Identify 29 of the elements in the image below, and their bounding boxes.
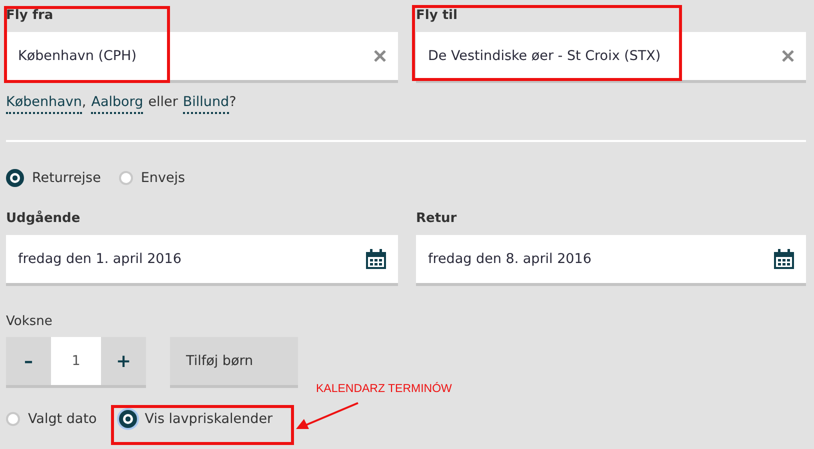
suggestion-text: , — [82, 94, 86, 110]
field-label: Fly til — [416, 7, 458, 25]
field-label: Retur — [416, 210, 458, 228]
airport-link[interactable]: Aalborg — [91, 94, 144, 114]
calendar-icon[interactable] — [366, 249, 386, 269]
calendar-icon[interactable] — [774, 249, 794, 269]
suggestion-text: ? — [229, 94, 236, 110]
airport-link[interactable]: København — [6, 94, 82, 114]
adult-count: 1 — [51, 337, 101, 385]
calendar-mode-radio[interactable]: Vis lavpriskalender — [118, 410, 273, 428]
field-label: Udgående — [6, 210, 82, 228]
trip-type-radio[interactable]: Returrejse — [6, 169, 101, 187]
trip-type-radio[interactable]: Envejs — [118, 170, 186, 186]
airport-field[interactable]: København (CPH) — [6, 32, 398, 83]
suggestion-text: eller — [148, 94, 178, 110]
airport-link[interactable]: Billund — [182, 94, 230, 114]
airport-field[interactable]: De Vestindiske øer - St Croix (STX) — [416, 32, 806, 83]
calendar-mode-radio[interactable]: Valgt dato — [6, 411, 97, 427]
clear-icon[interactable] — [374, 50, 386, 62]
annotation-text: KALENDARZ TERMINÓW — [316, 383, 452, 395]
field-label: Fly fra — [6, 7, 54, 25]
date-field[interactable]: fredag den 1. april 2016 — [6, 235, 398, 286]
date-field[interactable]: fredag den 8. april 2016 — [416, 235, 806, 286]
clear-icon[interactable] — [782, 50, 794, 62]
add-children-button[interactable]: Tilføj børn — [170, 337, 298, 388]
plus-button[interactable]: + — [101, 337, 146, 385]
minus-button[interactable]: – — [6, 337, 51, 385]
annotation-arrow — [296, 402, 358, 429]
field-label: Voksne — [6, 313, 54, 331]
